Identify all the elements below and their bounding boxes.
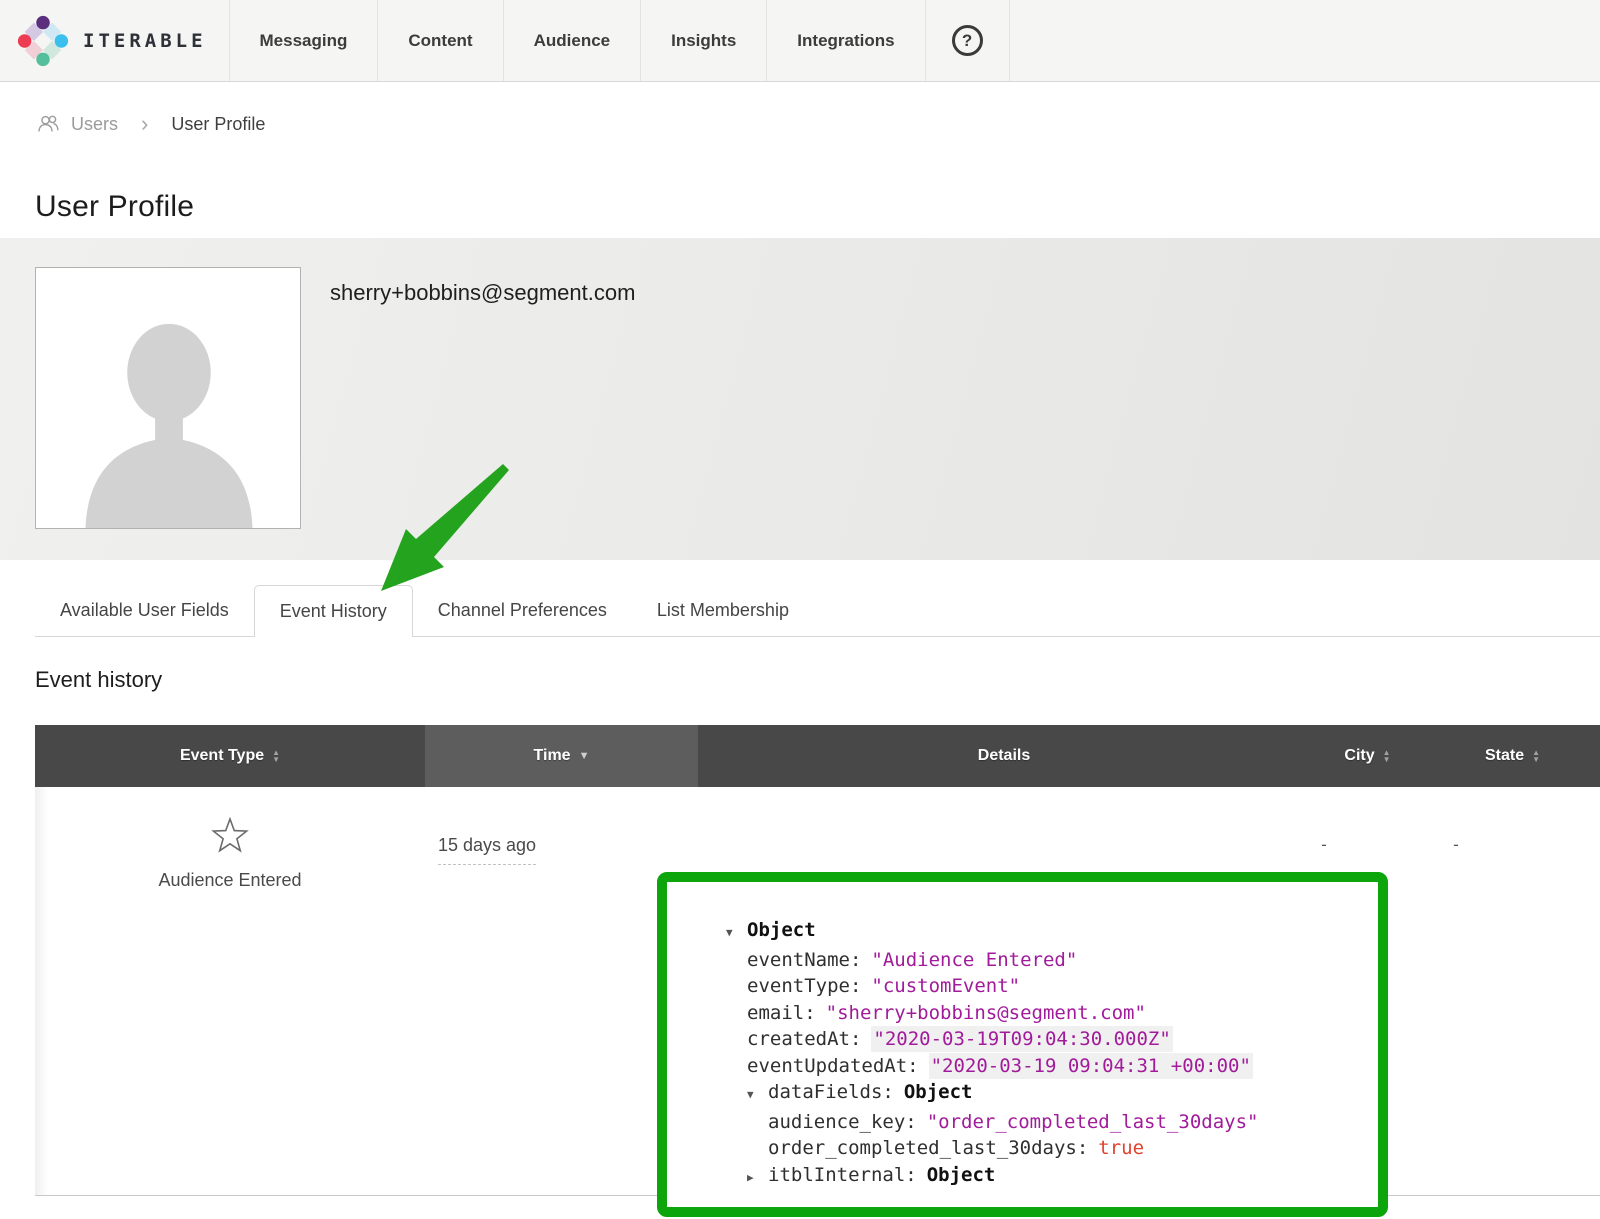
json-key: order_completed_last_30days: [768, 1137, 1088, 1159]
json-line: email: "sherry+bobbins@segment.com" [726, 1000, 1378, 1027]
section-heading: Event history [35, 667, 1600, 693]
expander-collapsed-icon[interactable]: ▶ [747, 1165, 768, 1192]
json-line: createdAt: "2020-03-19T09:04:30.000Z" [726, 1026, 1378, 1053]
json-value: true [1098, 1137, 1144, 1159]
page-title: User Profile [35, 190, 1600, 224]
json-line: ▼dataFields: Object [726, 1079, 1378, 1109]
profile-summary: sherry+bobbins@segment.com [0, 238, 1600, 560]
json-key: eventName: [747, 949, 861, 971]
event-type-label: Audience Entered [35, 870, 425, 891]
profile-email: sherry+bobbins@segment.com [330, 280, 635, 306]
json-line: eventType: "customEvent" [726, 973, 1378, 1000]
top-navigation: ITERABLE Messaging Content Audience Insi… [0, 0, 1600, 82]
help-icon: ? [952, 25, 983, 56]
json-value: "sherry+bobbins@segment.com" [826, 1002, 1146, 1024]
sort-both-icon: ▲▼ [1383, 749, 1391, 763]
object-label: Object [904, 1081, 973, 1103]
json-value: "2020-03-19T09:04:30.000Z" [871, 1026, 1172, 1052]
table-header: Event Type ▲▼ Time ▼ Details City ▲▼ Sta… [35, 725, 1600, 787]
table-row: Audience Entered 15 days ago - - ▼Object… [35, 787, 1600, 1196]
json-details-viewer: ▼Object eventName:"Audience Entered" eve… [667, 882, 1378, 1191]
iterable-logo-icon [16, 14, 70, 68]
json-key: audience_key: [768, 1111, 917, 1133]
nav-item-messaging[interactable]: Messaging [229, 0, 378, 81]
json-key: email: [747, 1002, 816, 1024]
column-header-state[interactable]: State ▲▼ [1425, 725, 1600, 787]
json-line: audience_key: "order_completed_last_30day… [726, 1109, 1378, 1136]
column-header-city[interactable]: City ▲▼ [1310, 725, 1425, 787]
chevron-right-icon: › [129, 115, 160, 133]
object-label: Object [747, 919, 816, 941]
json-line: ▶itblInternal: Object [726, 1162, 1378, 1192]
json-key: itblInternal: [768, 1164, 917, 1186]
person-silhouette-icon [45, 296, 293, 528]
json-key: eventType: [747, 975, 861, 997]
city-cell: - [1321, 835, 1327, 855]
time-cell[interactable]: 15 days ago [438, 835, 536, 865]
nav-item-audience[interactable]: Audience [503, 0, 641, 81]
json-line: order_completed_last_30days: true [726, 1135, 1378, 1162]
json-line: eventUpdatedAt: "2020-03-19 09:04:31 +00:… [726, 1053, 1378, 1080]
expander-expanded-icon[interactable]: ▼ [747, 1082, 768, 1109]
column-label: Time [534, 747, 571, 765]
nav-item-content[interactable]: Content [377, 0, 502, 81]
column-label: Details [978, 747, 1030, 765]
sort-both-icon: ▲▼ [1532, 749, 1540, 763]
json-key: eventUpdatedAt: [747, 1055, 919, 1077]
state-cell: - [1453, 835, 1459, 855]
sort-desc-icon: ▼ [579, 750, 590, 762]
tab-available-user-fields[interactable]: Available User Fields [35, 585, 254, 636]
object-label: Object [927, 1164, 996, 1186]
tab-list-membership[interactable]: List Membership [632, 585, 814, 636]
annotation-highlight-box: ▼Object eventName:"Audience Entered" eve… [657, 872, 1388, 1217]
json-value: "customEvent" [871, 975, 1020, 997]
breadcrumb-users-link[interactable]: Users [71, 114, 118, 135]
column-label: City [1344, 747, 1374, 765]
json-value: "2020-03-19 09:04:31 +00:00" [929, 1053, 1253, 1079]
users-icon [36, 114, 60, 134]
column-header-details: Details [698, 725, 1310, 787]
column-label: Event Type [180, 747, 264, 765]
expander-expanded-icon[interactable]: ▼ [726, 920, 747, 947]
tab-event-history[interactable]: Event History [254, 585, 413, 637]
json-line: ▼Object [726, 917, 1378, 947]
column-label: State [1485, 747, 1524, 765]
sort-both-icon: ▲▼ [272, 749, 280, 763]
star-icon [211, 817, 249, 854]
column-header-time[interactable]: Time ▼ [425, 725, 698, 787]
avatar [35, 267, 301, 529]
event-type-cell: Audience Entered [35, 817, 425, 891]
profile-tabs: Available User Fields Event History Chan… [35, 585, 1600, 637]
event-history-table: Event Type ▲▼ Time ▼ Details City ▲▼ Sta… [35, 725, 1600, 1196]
breadcrumb: Users › User Profile [36, 112, 1600, 136]
primary-nav: Messaging Content Audience Insights Inte… [229, 0, 1010, 81]
column-header-event-type[interactable]: Event Type ▲▼ [35, 725, 425, 787]
json-value: "Audience Entered" [871, 949, 1077, 971]
json-value: "order_completed_last_30days" [927, 1111, 1259, 1133]
help-button[interactable]: ? [925, 0, 1010, 81]
tab-channel-preferences[interactable]: Channel Preferences [413, 585, 632, 636]
nav-item-integrations[interactable]: Integrations [766, 0, 924, 81]
breadcrumb-current: User Profile [171, 114, 265, 135]
brand-name: ITERABLE [83, 30, 207, 52]
json-key: dataFields: [768, 1081, 894, 1103]
nav-item-insights[interactable]: Insights [640, 0, 766, 81]
brand-logo[interactable]: ITERABLE [0, 0, 229, 81]
json-line: eventName: "Audience Entered" [726, 947, 1378, 974]
json-key: createdAt: [747, 1028, 861, 1050]
